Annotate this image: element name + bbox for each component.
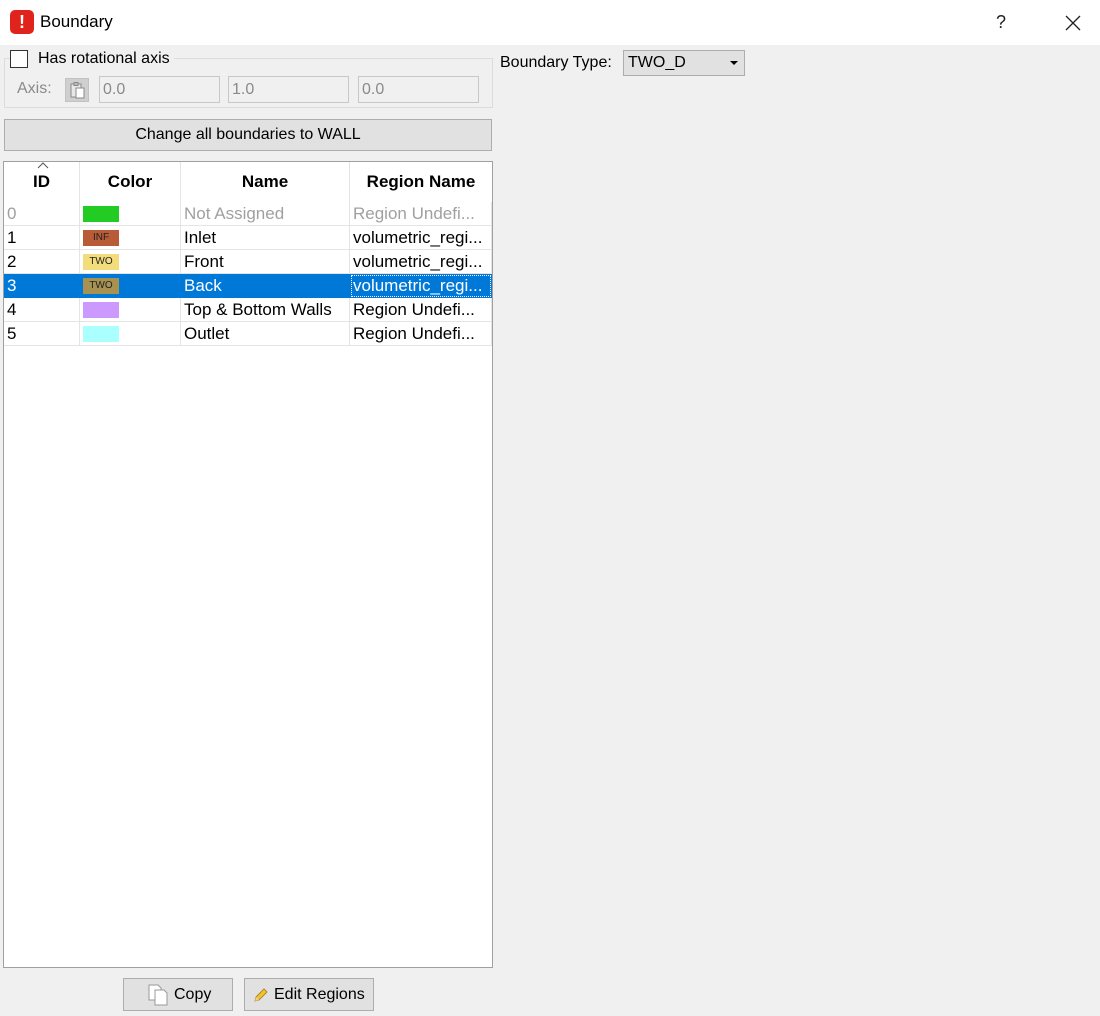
cell-id[interactable]: 1: [4, 226, 80, 250]
change-all-to-wall-button[interactable]: Change all boundaries to WALL: [4, 119, 492, 151]
cell-name[interactable]: Inlet: [181, 226, 350, 250]
copy-icon: [148, 984, 168, 1006]
cell-region-name[interactable]: Region Undefi...: [350, 298, 492, 322]
table-header: ID Color Name Region Name: [4, 162, 492, 202]
copy-button-label: Copy: [174, 986, 212, 1003]
axis-z-input[interactable]: [358, 76, 479, 103]
cell-id[interactable]: 0: [4, 202, 80, 226]
window-title: Boundary: [40, 12, 113, 31]
boundary-type-label: Boundary Type:: [500, 54, 612, 71]
dropdown-arrow-icon: [730, 61, 738, 65]
cell-region-name[interactable]: volumetric_regi...: [350, 250, 492, 274]
column-header-color[interactable]: Color: [80, 162, 181, 202]
table-row[interactable]: 0 Not Assigned Region Undefi...: [4, 202, 492, 226]
axis-y-input[interactable]: [228, 76, 349, 103]
cell-region-name[interactable]: Region Undefi...: [350, 202, 492, 226]
exclamation-icon: !: [10, 10, 34, 34]
cell-id[interactable]: 3: [4, 274, 80, 298]
table-row[interactable]: 5 Outlet Region Undefi...: [4, 322, 492, 346]
cell-id[interactable]: 4: [4, 298, 80, 322]
paste-axis-button[interactable]: [65, 78, 89, 102]
cell-region-name[interactable]: volumetric_regi...: [350, 274, 492, 298]
boundary-table: ID Color Name Region Name 0 Not Assigned R…: [3, 161, 493, 968]
column-header-region-name[interactable]: Region Name: [350, 162, 492, 202]
pencil-icon: [254, 988, 268, 1002]
cell-id[interactable]: 2: [4, 250, 80, 274]
color-swatch[interactable]: [83, 302, 119, 318]
cell-name[interactable]: Back: [181, 274, 350, 298]
close-button[interactable]: [1048, 0, 1098, 45]
axis-label: Axis:: [17, 80, 52, 97]
rotational-axis-label: Has rotational axis: [38, 50, 170, 67]
table-row[interactable]: 2 Front volumetric_regi... TWO: [4, 250, 492, 274]
column-header-name[interactable]: Name: [181, 162, 350, 202]
cell-name[interactable]: Outlet: [181, 322, 350, 346]
rotational-axis-toggle[interactable]: Has rotational axis: [10, 49, 174, 69]
boundary-type-value: TWO_D: [628, 54, 686, 71]
axis-x-input[interactable]: [99, 76, 220, 103]
help-button[interactable]: ?: [978, 0, 1024, 45]
color-swatch[interactable]: INF: [83, 230, 119, 246]
boundary-type-select[interactable]: TWO_D: [623, 50, 745, 76]
cell-name[interactable]: Front: [181, 250, 350, 274]
color-swatch[interactable]: TWO: [83, 254, 119, 270]
color-swatch[interactable]: [83, 206, 119, 222]
clipboard-icon: [70, 82, 85, 99]
edit-regions-button-label: Edit Regions: [274, 986, 365, 1003]
close-icon: [1065, 15, 1081, 31]
rotational-axis-checkbox[interactable]: [10, 50, 28, 68]
title-bar: ! Boundary ?: [0, 0, 1100, 46]
column-header-id[interactable]: ID: [4, 162, 80, 202]
cell-region-name[interactable]: volumetric_regi...: [350, 226, 492, 250]
cell-region-name[interactable]: Region Undefi...: [350, 322, 492, 346]
table-row[interactable]: 3 Back volumetric_regi... TWO: [4, 274, 492, 298]
column-header-id-label: ID: [33, 172, 50, 191]
copy-button[interactable]: Copy: [123, 978, 233, 1011]
edit-regions-button[interactable]: Edit Regions: [244, 978, 374, 1011]
sort-ascending-icon: [37, 162, 49, 169]
cell-name[interactable]: Top & Bottom Walls: [181, 298, 350, 322]
color-swatch[interactable]: TWO: [83, 278, 119, 294]
cell-name[interactable]: Not Assigned: [181, 202, 350, 226]
color-swatch[interactable]: [83, 326, 119, 342]
cell-id[interactable]: 5: [4, 322, 80, 346]
table-row[interactable]: 1 Inlet volumetric_regi... INF: [4, 226, 492, 250]
table-row[interactable]: 4 Top & Bottom Walls Region Undefi...: [4, 298, 492, 322]
